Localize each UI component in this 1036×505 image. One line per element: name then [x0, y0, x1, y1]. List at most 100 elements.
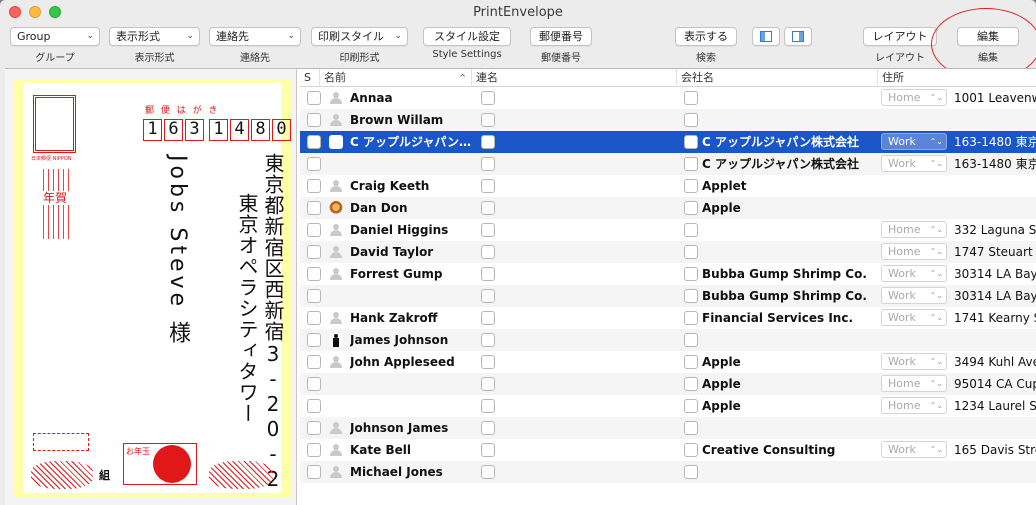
print-style-select[interactable]: 印刷スタイル ⌄	[311, 27, 408, 46]
select-checkbox[interactable]	[307, 223, 321, 237]
select-checkbox[interactable]	[307, 91, 321, 105]
select-checkbox[interactable]	[307, 113, 321, 127]
company-checkbox[interactable]	[684, 157, 698, 171]
table-row[interactable]: Apple Home ⌃⌄ 1234 Laurel St	[300, 395, 1036, 417]
select-checkbox[interactable]	[307, 421, 321, 435]
table-row[interactable]: Michael Jones	[300, 461, 1036, 483]
rename-checkbox[interactable]	[481, 201, 495, 215]
company-checkbox[interactable]	[684, 289, 698, 303]
table-row[interactable]: Apple Home ⌃⌄ 95014 CA Cupertino	[300, 373, 1036, 395]
table-row[interactable]: Bubba Gump Shrimp Co. Work ⌃⌄ 30314 LA Bayo…	[300, 285, 1036, 307]
company-checkbox[interactable]	[684, 223, 698, 237]
postal-code-button[interactable]: 郵便番号	[530, 27, 592, 46]
select-checkbox[interactable]	[307, 333, 321, 347]
select-checkbox[interactable]	[307, 311, 321, 325]
table-row[interactable]: Johnson James	[300, 417, 1036, 439]
select-checkbox[interactable]	[307, 377, 321, 391]
table-row[interactable]: C アップルジャパン… C アップルジャパン株式会社 Work ⌃⌄ 163-1480 …	[300, 131, 1036, 153]
company-checkbox[interactable]	[684, 465, 698, 479]
rename-checkbox[interactable]	[481, 91, 495, 105]
select-checkbox[interactable]	[307, 179, 321, 193]
address-type-popup[interactable]: Work ⌃⌄	[881, 265, 947, 282]
table-row[interactable]: John Appleseed Apple Work ⌃⌄ 3494 Kuhl Ave	[300, 351, 1036, 373]
rename-checkbox[interactable]	[481, 267, 495, 281]
rename-checkbox[interactable]	[481, 157, 495, 171]
table-row[interactable]: Daniel Higgins Home ⌃⌄ 332 Laguna St	[300, 219, 1036, 241]
select-checkbox[interactable]	[307, 157, 321, 171]
company-checkbox[interactable]	[684, 311, 698, 325]
rename-checkbox[interactable]	[481, 223, 495, 237]
rename-checkbox[interactable]	[481, 289, 495, 303]
address-type-popup[interactable]: Work ⌃⌄	[881, 287, 947, 304]
column-header-rename[interactable]: 連名	[472, 69, 677, 87]
select-checkbox[interactable]	[307, 201, 321, 215]
rename-checkbox[interactable]	[481, 443, 495, 457]
address-type-popup[interactable]: Work ⌃⌄	[881, 309, 947, 326]
zoom-window-button[interactable]	[49, 6, 61, 18]
table-row[interactable]: Annaa Home ⌃⌄ 1001 Leavenworth	[300, 87, 1036, 109]
address-type-popup[interactable]: Home ⌃⌄	[881, 243, 947, 260]
column-header-name[interactable]: 名前 ^	[320, 69, 472, 87]
company-checkbox[interactable]	[684, 267, 698, 281]
rename-checkbox[interactable]	[481, 113, 495, 127]
company-checkbox[interactable]	[684, 179, 698, 193]
column-header-s[interactable]: S	[300, 69, 320, 87]
contact-select[interactable]: 連絡先 ⌄	[209, 27, 301, 46]
company-checkbox[interactable]	[684, 201, 698, 215]
column-header-company[interactable]: 会社名	[677, 69, 878, 87]
table-row[interactable]: Brown Willam	[300, 109, 1036, 131]
company-checkbox[interactable]	[684, 421, 698, 435]
select-checkbox[interactable]	[307, 267, 321, 281]
address-type-popup[interactable]: Home ⌃⌄	[881, 89, 947, 106]
address-type-popup[interactable]: Work ⌃⌄	[881, 353, 947, 370]
address-type-popup[interactable]: Work ⌃⌄	[881, 441, 947, 458]
address-type-popup[interactable]: Home ⌃⌄	[881, 221, 947, 238]
rename-checkbox[interactable]	[481, 311, 495, 325]
select-checkbox[interactable]	[307, 245, 321, 259]
select-checkbox[interactable]	[307, 289, 321, 303]
rename-checkbox[interactable]	[481, 465, 495, 479]
table-row[interactable]: Craig Keeth Applet	[300, 175, 1036, 197]
table-row[interactable]: C アップルジャパン株式会社 Work ⌃⌄ 163-1480 東京都	[300, 153, 1036, 175]
table-row[interactable]: Hank Zakroff Financial Services Inc. Work ⌃…	[300, 307, 1036, 329]
rename-checkbox[interactable]	[481, 135, 495, 149]
style-settings-button[interactable]: スタイル設定	[423, 27, 511, 46]
table-row[interactable]: David Taylor Home ⌃⌄ 1747 Steuart St	[300, 241, 1036, 263]
rename-checkbox[interactable]	[481, 245, 495, 259]
company-checkbox[interactable]	[684, 113, 698, 127]
company-checkbox[interactable]	[684, 355, 698, 369]
company-checkbox[interactable]	[684, 399, 698, 413]
address-type-popup[interactable]: Home ⌃⌄	[881, 375, 947, 392]
minimize-window-button[interactable]	[29, 6, 41, 18]
group-select[interactable]: Group ⌄	[10, 27, 100, 46]
rename-checkbox[interactable]	[481, 355, 495, 369]
table-row[interactable]: Forrest Gump Bubba Gump Shrimp Co. Work ⌃⌄ 3…	[300, 263, 1036, 285]
rename-checkbox[interactable]	[481, 421, 495, 435]
address-type-popup[interactable]: Home ⌃⌄	[881, 397, 947, 414]
company-checkbox[interactable]	[684, 377, 698, 391]
display-select[interactable]: 表示形式 ⌄	[109, 27, 200, 46]
company-checkbox[interactable]	[684, 245, 698, 259]
company-checkbox[interactable]	[684, 91, 698, 105]
company-checkbox[interactable]	[684, 333, 698, 347]
rename-checkbox[interactable]	[481, 377, 495, 391]
company-checkbox[interactable]	[684, 135, 698, 149]
address-type-popup[interactable]: Work ⌃⌄	[881, 155, 947, 172]
rename-checkbox[interactable]	[481, 179, 495, 193]
right-pane-toggle-button[interactable]	[784, 27, 812, 46]
company-checkbox[interactable]	[684, 443, 698, 457]
address-type-popup[interactable]: Work ⌃⌄	[881, 133, 947, 150]
table-row[interactable]: James Johnson	[300, 329, 1036, 351]
select-checkbox[interactable]	[307, 355, 321, 369]
close-window-button[interactable]	[9, 6, 21, 18]
select-checkbox[interactable]	[307, 443, 321, 457]
rename-checkbox[interactable]	[481, 333, 495, 347]
table-row[interactable]: Kate Bell Creative Consulting Work ⌃⌄ 165 Da…	[300, 439, 1036, 461]
show-button[interactable]: 表示する	[675, 27, 737, 46]
layout-button[interactable]: レイアウト	[863, 27, 937, 46]
select-checkbox[interactable]	[307, 465, 321, 479]
rename-checkbox[interactable]	[481, 399, 495, 413]
left-pane-toggle-button[interactable]	[752, 27, 780, 46]
select-checkbox[interactable]	[307, 399, 321, 413]
column-header-address[interactable]: 住所	[878, 69, 1036, 87]
